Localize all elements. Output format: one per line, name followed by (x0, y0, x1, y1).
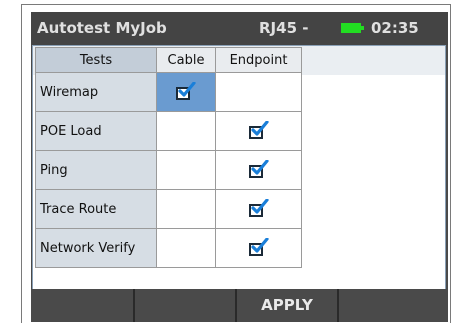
cable-cell[interactable] (156, 150, 216, 190)
table-row: Network Verify (35, 228, 302, 268)
checkbox-checked-icon[interactable] (248, 121, 269, 140)
checkbox-checked-icon[interactable] (248, 160, 269, 179)
cable-cell[interactable] (156, 72, 216, 112)
table-row: Wiremap (35, 72, 302, 112)
endpoint-cell[interactable] (215, 228, 302, 268)
checkbox-checked-icon[interactable] (248, 238, 269, 257)
test-label: Trace Route (35, 189, 157, 229)
title-mode: Autotest (37, 19, 111, 37)
table-row: Ping (35, 150, 302, 190)
endpoint-cell[interactable] (215, 72, 302, 112)
checkbox-checked-icon[interactable] (176, 82, 196, 101)
cable-cell[interactable] (156, 111, 216, 151)
clock: 02:35 (371, 19, 419, 37)
battery-icon (341, 23, 364, 33)
endpoint-cell[interactable] (215, 189, 302, 229)
endpoint-cell[interactable] (215, 111, 302, 151)
softkey-bar: APPLY (31, 289, 448, 322)
header-endpoint[interactable]: Endpoint (215, 47, 302, 73)
softkey-4[interactable] (339, 289, 448, 322)
header-cable[interactable]: Cable (156, 47, 216, 73)
test-label: Ping (35, 150, 157, 190)
test-label: Wiremap (35, 72, 157, 112)
checkbox-checked-icon[interactable] (248, 199, 269, 218)
title-mode-job: Autotest MyJob (37, 19, 167, 37)
test-label: POE Load (35, 111, 157, 151)
title-bar: Autotest MyJob RJ45 - 02:35 (31, 12, 448, 45)
softkey-2[interactable] (135, 289, 237, 322)
softkey-1[interactable] (31, 289, 135, 322)
table-row: POE Load (35, 111, 302, 151)
title-job: MyJob (115, 19, 167, 37)
port-indicator: RJ45 - (259, 19, 309, 37)
cable-cell[interactable] (156, 228, 216, 268)
table-header-row: Tests Cable Endpoint (35, 47, 302, 73)
endpoint-cell[interactable] (215, 150, 302, 190)
header-tests: Tests (35, 47, 157, 73)
apply-button[interactable]: APPLY (237, 289, 339, 322)
cable-cell[interactable] (156, 189, 216, 229)
test-config-panel: Tests Cable Endpoint Wiremap POE Load Ping… (32, 45, 446, 296)
test-label: Network Verify (35, 228, 157, 268)
table-row: Trace Route (35, 189, 302, 229)
device-screen: Autotest MyJob RJ45 - 02:35 Tests Cable … (31, 12, 448, 322)
test-table: Tests Cable Endpoint Wiremap POE Load Ping… (35, 47, 302, 268)
